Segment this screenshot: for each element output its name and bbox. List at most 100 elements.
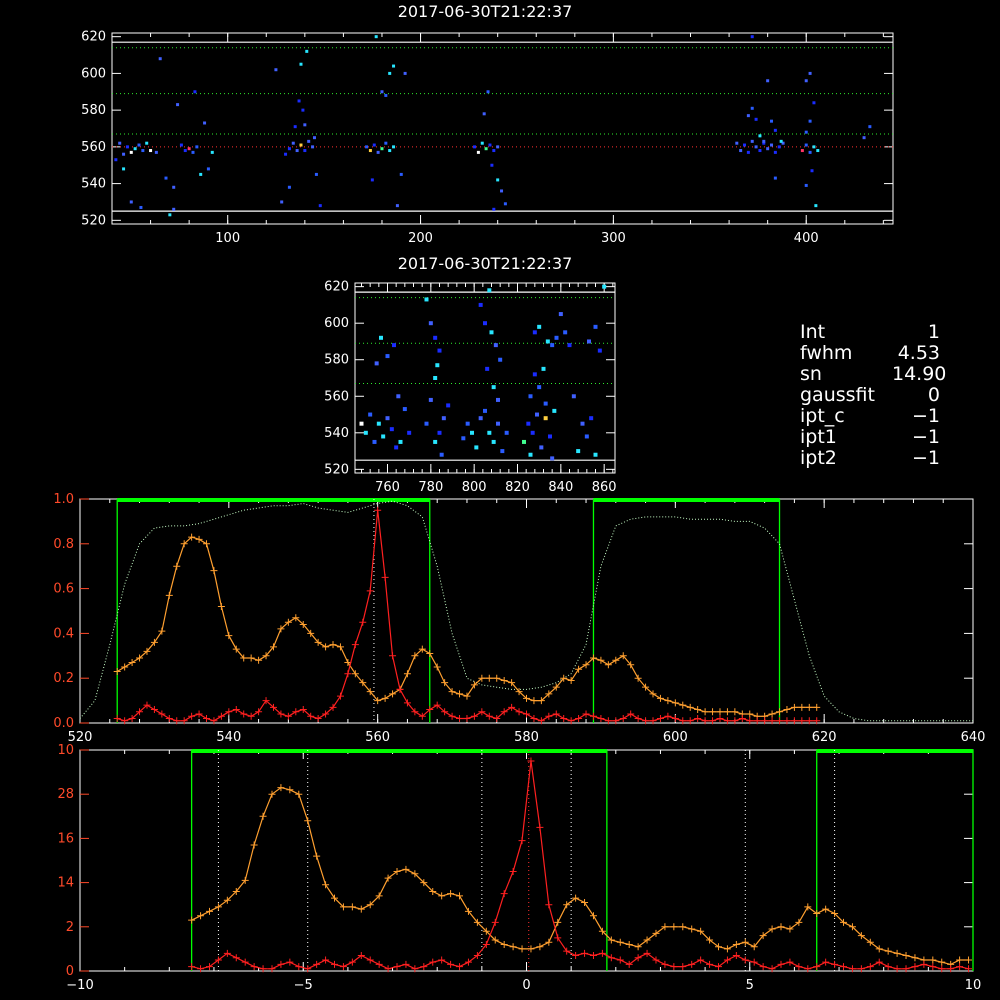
orange-profile-point [679,923,687,931]
red-profile-point [491,918,499,926]
heatmap-pixel [172,207,176,211]
filter-transmission-line [79,500,973,722]
heatmap-pixel [735,141,739,145]
heatmap-pixel [545,339,550,344]
heatmap-pixel [428,397,433,402]
x-tick-label: 820 [505,480,530,495]
heatmap-pixel [808,71,812,75]
heatmap-pixel [392,64,396,68]
heatmap-pixel [492,207,496,211]
heatmap-pixel [492,149,496,153]
heatmap-pixel [384,141,388,145]
heatmap-pixel [359,421,364,426]
heatmap-pixel [814,204,818,208]
heatmap-pixel [303,149,307,153]
red-profile-point [822,958,830,966]
heatmap-pixel [299,143,303,147]
orange-profile-point [348,903,356,911]
heatmap-pixel [812,101,816,105]
heatmap-pixel [172,185,176,189]
panel-spectrum-wavelength: 520 540 560 580 600 620 6400.00.20.40.60.81.0 [53,492,985,745]
x-tick-label: 580 [514,730,539,745]
red-profile-point [232,706,240,714]
heatmap-pixel [483,408,487,413]
red-profile-line [117,510,817,722]
orange-profile-point [554,918,562,926]
heatmap-pixel [537,324,542,329]
orange-profile-point [530,697,538,705]
heatmap-pixel [500,189,504,193]
orange-profile-point [938,958,946,966]
heatmap-pixel [478,302,483,307]
x-tick-label: 840 [548,480,573,495]
red-profile-point [581,949,589,957]
red-profile-point [786,958,794,966]
heatmap-pixel [137,143,141,147]
heatmap-pixel [812,145,816,149]
red-profile-point [322,956,330,964]
x-tick-label: 540 [216,730,241,745]
heatmap-pixel [203,121,207,125]
red-profile-point [598,949,606,957]
orange-profile-point [723,708,731,716]
red-profile-point [840,963,848,971]
heatmap-pixel [739,149,743,153]
info-value: −1 [911,426,940,448]
red-profile-point [508,703,516,711]
orange-profile-point [893,949,901,957]
heatmap-pixel [808,150,812,154]
orange-profile-point [581,898,589,906]
red-profile-point [759,963,767,971]
heatmap-pixel [487,430,492,435]
red-profile-point [866,963,874,971]
red-profile-point [697,956,705,964]
red-profile-point [597,715,605,723]
red-profile-point [250,963,258,971]
heatmap-pixel [402,407,407,412]
red-profile-point [536,823,544,831]
heatmap-pixel [496,421,500,426]
heatmap-pixel [407,430,412,435]
red-profile-point [188,963,196,971]
red-profile-point [448,712,456,720]
heatmap-pixel [381,434,386,439]
red-profile-point [929,963,937,971]
orange-profile-point [956,956,964,964]
heatmap-pixel [550,343,555,348]
red-profile-point [741,956,749,964]
heatmap-pixel [385,354,390,359]
heatmap-pixel [816,149,820,153]
info-value: 1 [927,321,940,343]
x-tick-label: 800 [462,480,487,495]
red-profile-point [616,956,624,964]
heatmap-pixel [496,145,500,149]
y-tick-label: 580 [81,103,106,118]
heatmap-pixel [773,128,777,132]
red-profile-point [188,712,196,720]
heatmap-pixel [754,117,758,121]
orange-profile-point [902,952,910,960]
heatmap-pixel [394,445,399,450]
y-tick-label: 0 [66,964,74,979]
red-profile-point [295,963,303,971]
heatmap-pixel [498,357,503,362]
heatmap-pixel [380,147,384,151]
heatmap-pixel [210,150,214,154]
x-tick-label: 5 [746,978,754,993]
x-tick-label: 600 [663,730,688,745]
x-tick-label: 560 [365,730,390,745]
orange-profile-point [716,708,724,716]
heatmap-pixel [522,439,526,444]
red-profile-point [232,954,240,962]
orange-profile-point [485,674,493,682]
map-wide-title: 2017-06-30T21:22:37 [398,2,573,21]
fit-info-panel: Int 1 fwhm 4.53 sn 14.90 gaussfit 0 ipt_c −1 … [800,322,990,469]
heatmap-pixel [543,416,548,421]
orange-profile-point [173,562,181,570]
heatmap-pixel [496,178,500,182]
heatmap-pixel [114,158,118,162]
heatmap-pixel [295,149,299,153]
red-profile-point [679,963,687,971]
orange-profile-point [329,641,337,649]
x-tick-label: 640 [961,730,986,745]
